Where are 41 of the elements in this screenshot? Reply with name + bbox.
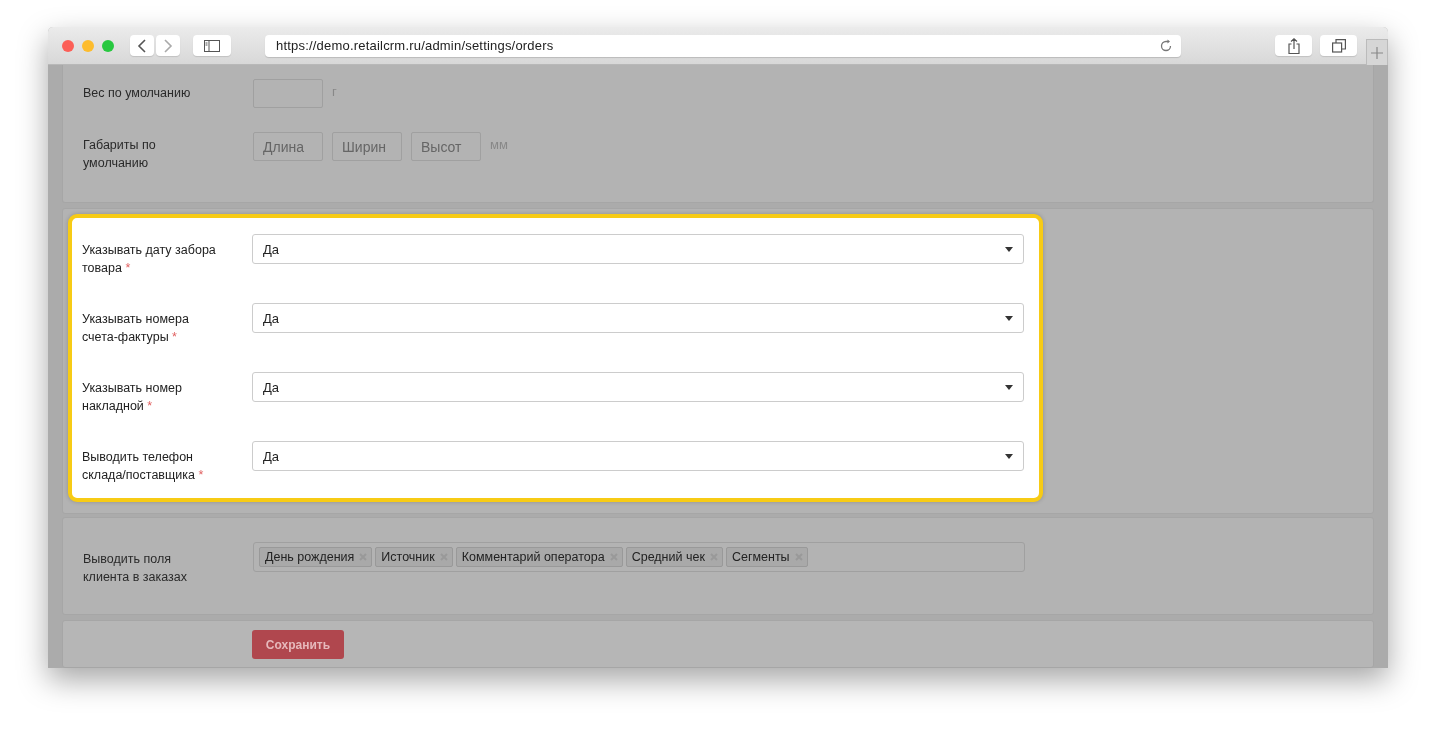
forward-chevron-icon [163, 38, 173, 53]
share-icon [1287, 37, 1300, 54]
field-label: Указывать номера счета-фактуры * [82, 311, 190, 346]
dimension-input[interactable]: Ширин [332, 132, 402, 161]
zoom-button[interactable] [102, 39, 114, 52]
tag-input-field[interactable]: День рождения Источник Комментарий оператора Средний чек Сегменты [253, 542, 1025, 572]
back-chevron-icon [137, 38, 147, 53]
tabs-overview-icon [1331, 38, 1346, 53]
field-label: Указывать дату забора товара * [82, 242, 217, 277]
select-field[interactable]: Да [252, 372, 1024, 402]
share-button[interactable] [1275, 35, 1312, 56]
tag: Источник [375, 547, 453, 567]
plus-icon [1371, 46, 1383, 59]
sidebar-button[interactable] [193, 35, 231, 56]
reload-icon[interactable] [1159, 38, 1173, 53]
tag: Средний чек [625, 547, 723, 567]
field-label: Выводить телефон склада/поставщика * [82, 449, 205, 484]
sidebar-icon [204, 39, 220, 52]
tag: Сегменты [725, 547, 808, 567]
minimize-button[interactable] [82, 39, 94, 52]
close-button[interactable] [62, 39, 74, 52]
new-tab-button[interactable] [1366, 39, 1388, 65]
caret-icon [1005, 384, 1013, 390]
url-text: https://demo.retailcrm.ru/admin/settings/orders [276, 38, 554, 53]
caret-icon [1005, 315, 1013, 321]
select-field[interactable]: Да [252, 234, 1024, 264]
field-label: Указывать номер накладной * [82, 380, 183, 415]
field-label: Выводить поля клиента в заказах [83, 551, 189, 586]
select-field[interactable]: Да [252, 303, 1024, 333]
dimension-input[interactable]: Длина [253, 132, 323, 161]
dimension-input[interactable]: Высот [411, 132, 481, 161]
select-field[interactable]: Да [252, 441, 1024, 471]
back-button[interactable] [130, 35, 154, 56]
caret-icon [1005, 246, 1013, 252]
tabs-button[interactable] [1320, 35, 1357, 56]
caret-icon [1005, 453, 1013, 459]
field-label: Габариты по умолчанию [83, 137, 157, 172]
tag: День рождения [259, 547, 373, 567]
tag: Комментарий оператора [455, 547, 623, 567]
field-label: Вес по умолчанию [83, 85, 192, 102]
address-bar[interactable]: https://demo.retailcrm.ru/admin/settings/orders [265, 34, 1181, 57]
